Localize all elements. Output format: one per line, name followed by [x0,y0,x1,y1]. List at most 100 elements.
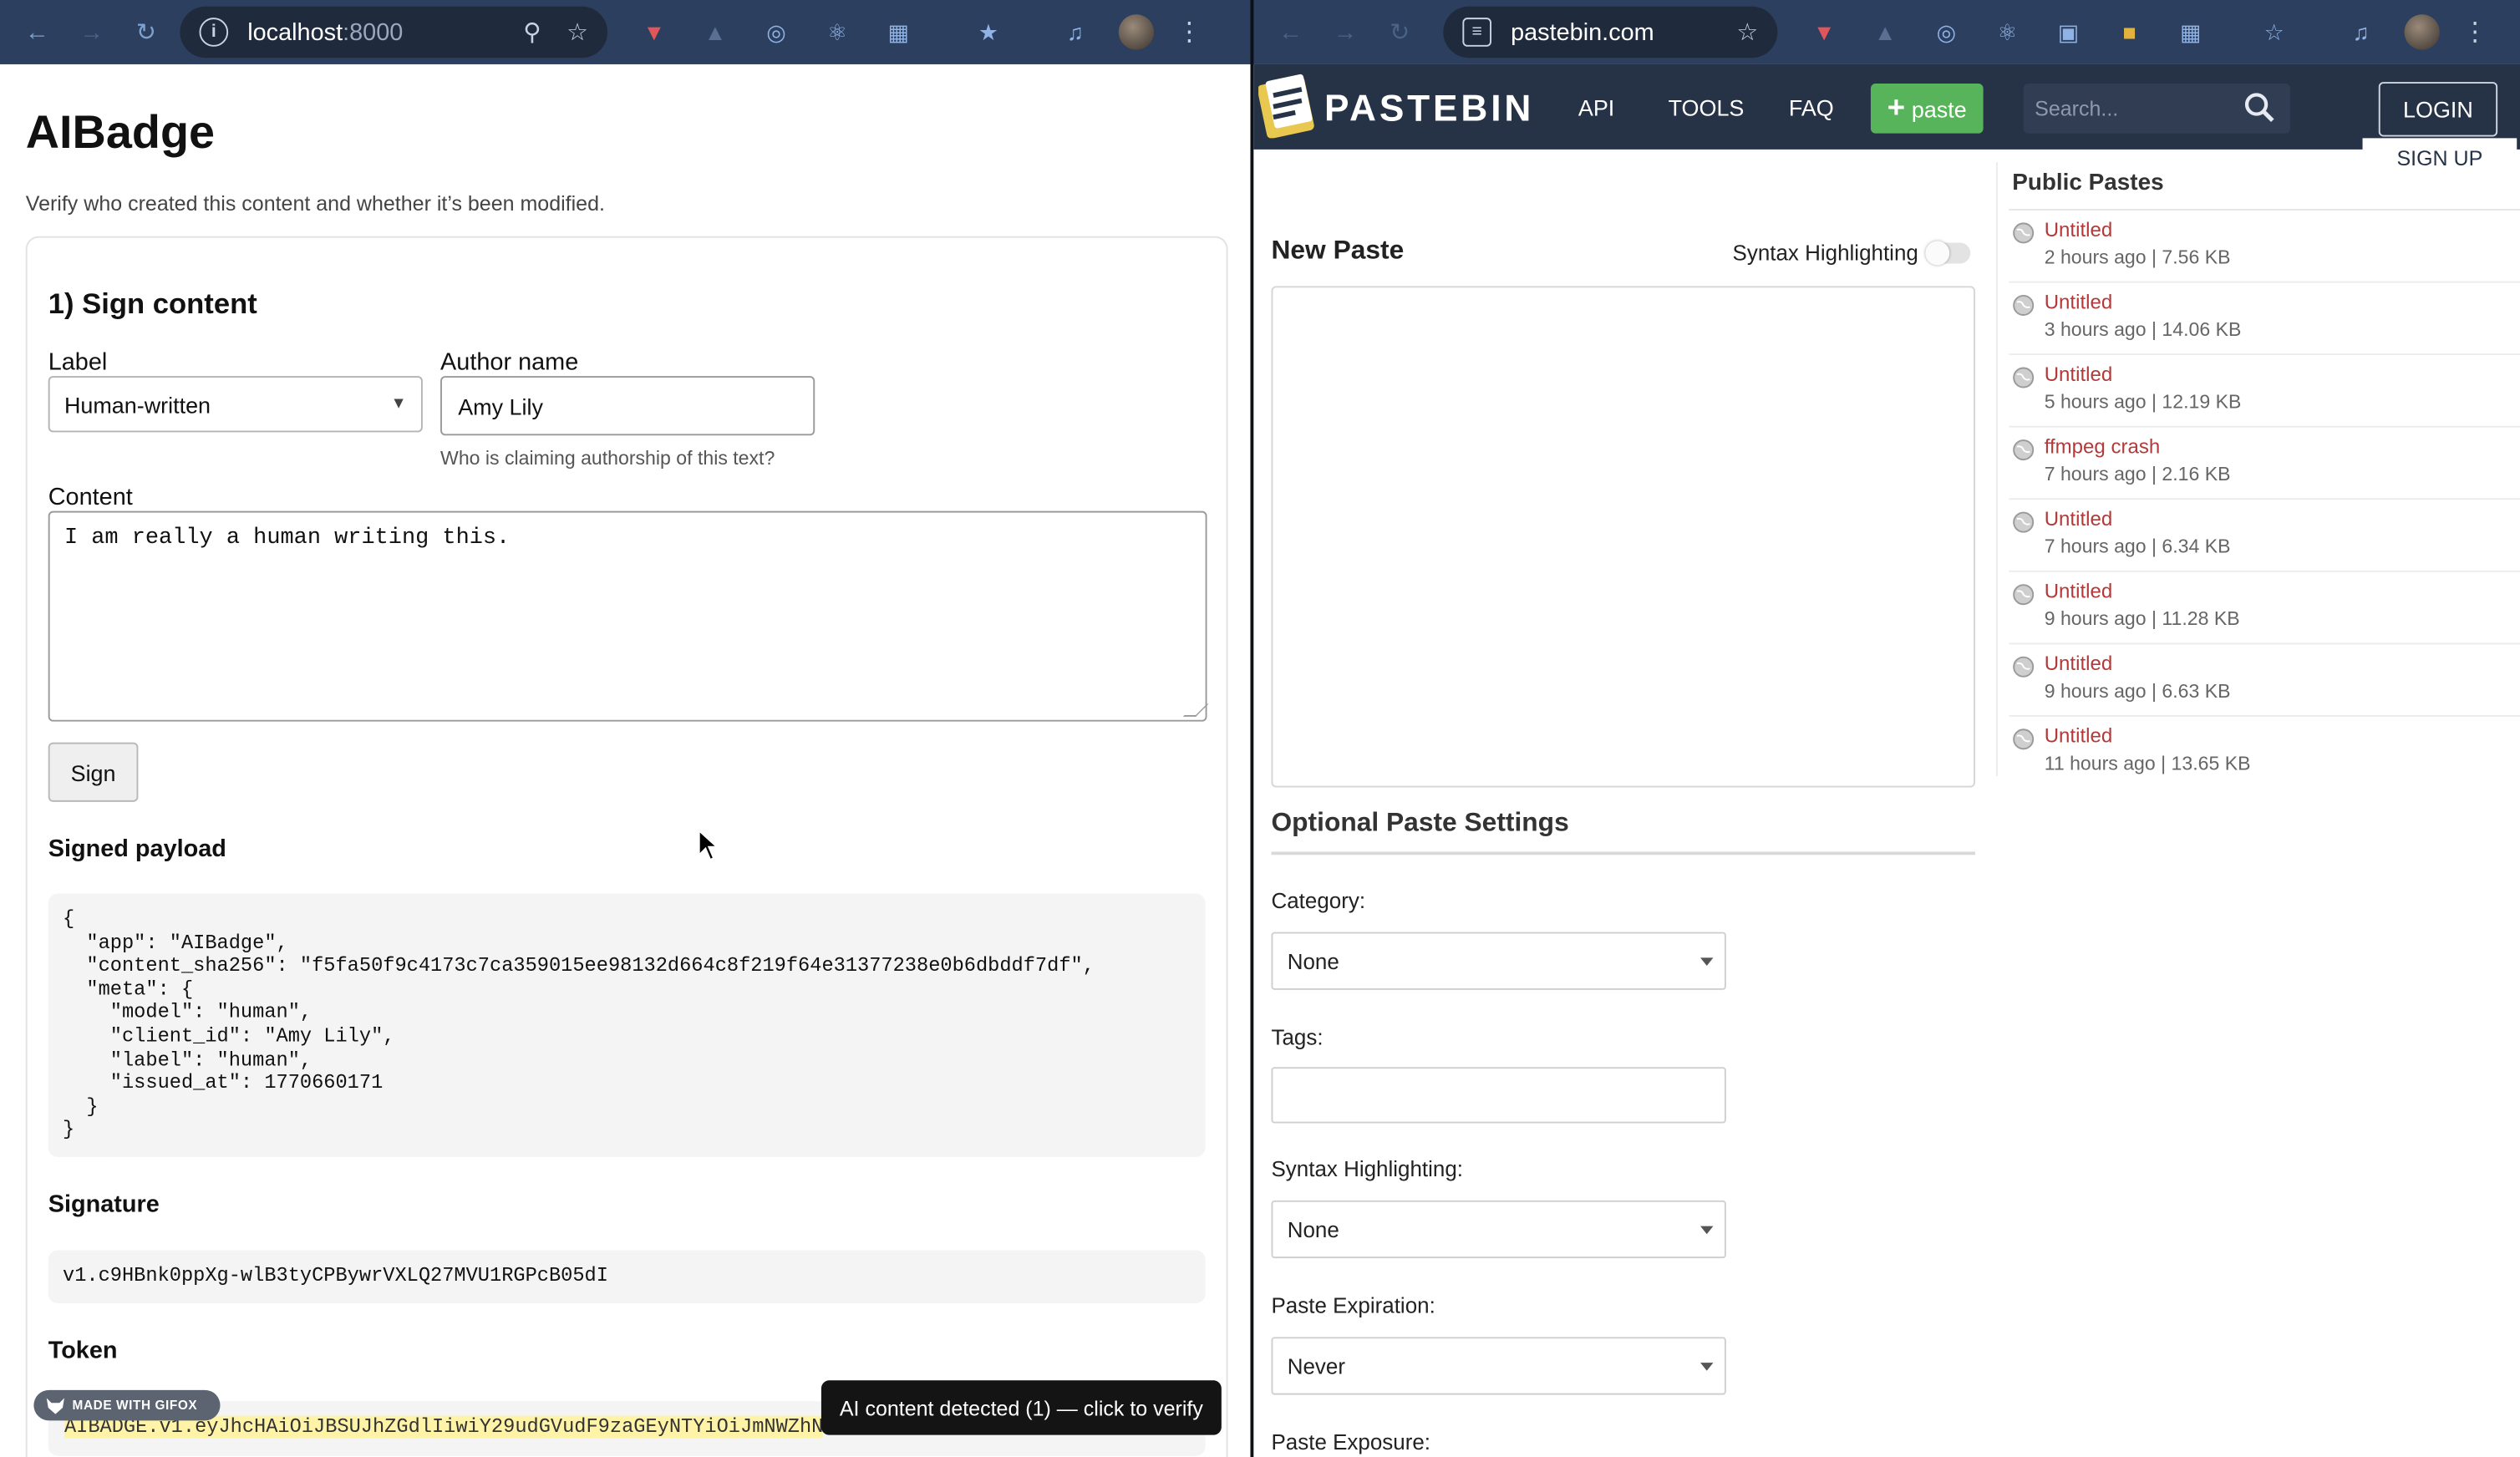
nav-api[interactable]: API [1578,94,1614,120]
page-title: AIBadge [25,107,216,160]
signup-link[interactable]: SIGN UP [2362,138,2517,179]
pocket-icon[interactable]: ▼ [1810,18,1839,47]
sign-button[interactable]: Sign [48,742,139,802]
left-browser-toolbar: ← → ↻ i localhost:8000 ⚲ ☆ ▼ ▲ ◎ ⚛ ▦ ★ ♫… [0,0,1251,64]
globe-icon [2013,584,2035,606]
paste-title-link[interactable]: Untitled [2045,652,2113,675]
syntax-toggle-label: Syntax Highlighting [1732,241,1918,266]
paste-meta: 7 hours ago | 2.16 KB [2044,462,2231,485]
pocket-icon[interactable]: ▼ [640,18,669,47]
public-paste-item[interactable]: Untitled 11 hours ago | 13.65 KB [2009,718,2520,789]
signed-payload-code: { "app": "AIBadge", "content_sha256": "f… [48,893,1206,1157]
public-paste-item[interactable]: Untitled 2 hours ago | 7.56 KB [2009,212,2520,283]
right-url: pastebin.com [1511,18,1654,46]
public-paste-item[interactable]: Untitled 5 hours ago | 12.19 KB [2009,357,2520,428]
public-pastes-title: Public Pastes [2012,170,2164,196]
paste-title-link[interactable]: Untitled [2045,580,2113,602]
profile-avatar[interactable] [1118,14,1155,50]
profile-avatar[interactable] [2404,14,2440,50]
favorites-icon[interactable]: ☆ [2259,18,2289,47]
info-icon[interactable]: i [199,18,229,47]
reload-icon[interactable]: ↻ [1382,14,1417,49]
gifox-badge: MADE WITH GIFOX [33,1389,221,1421]
search-icon[interactable] [2243,92,2275,124]
paste-title-link[interactable]: Untitled [2045,724,2113,747]
react-icon[interactable]: ⚛ [823,18,852,47]
paste-meta: 2 hours ago | 7.56 KB [2044,246,2231,269]
category-value: None [1287,948,1339,973]
left-url-host: localhost [247,18,343,46]
ai-detected-toast[interactable]: AI content detected (1) — click to verif… [821,1380,1222,1435]
settings-divider [1271,851,1975,855]
paste-title-link[interactable]: Untitled [2045,508,2113,531]
new-paste-label: paste [1911,95,1967,122]
pastebin-logo-icon[interactable] [1258,74,1316,139]
favorites-icon[interactable]: ★ [974,18,1003,47]
reload-icon[interactable]: ↻ [129,14,164,49]
site-settings-icon[interactable]: ≡ [1462,18,1492,47]
paste-meta: 9 hours ago | 11.28 KB [2044,607,2240,631]
puzzle-icon[interactable]: ▦ [2176,18,2205,47]
globe-icon [2013,367,2035,388]
pastebin-brand[interactable]: PASTEBIN [1324,87,1534,130]
public-paste-item[interactable]: Untitled 3 hours ago | 14.06 KB [2009,284,2520,356]
forward-icon[interactable]: → [1328,14,1363,49]
author-name-input[interactable]: Amy Lily [440,376,815,436]
paste-title-link[interactable]: ffmpeg crash [2045,435,2161,458]
content-textarea[interactable]: I am really a human writing this. [48,510,1209,722]
category-select[interactable]: None [1271,932,1726,990]
public-paste-item[interactable]: Untitled 9 hours ago | 6.63 KB [2009,646,2520,717]
resize-handle-icon[interactable] [1182,703,1209,717]
target-icon[interactable]: ◎ [1932,18,1961,47]
tags-input[interactable] [1271,1067,1726,1124]
public-paste-item[interactable]: Untitled 7 hours ago | 6.34 KB [2009,501,2520,572]
label-select[interactable]: Human-written ▼ [48,376,423,433]
expiration-label: Paste Expiration: [1271,1293,1435,1318]
target-icon[interactable]: ◎ [762,18,791,47]
label-field-label: Label [48,348,108,377]
paste-title-link[interactable]: Untitled [2045,291,2113,313]
nav-faq[interactable]: FAQ [1789,94,1834,120]
back-icon[interactable]: ← [1273,14,1308,49]
back-icon[interactable]: ← [19,14,54,49]
expiration-select[interactable]: Never [1271,1337,1726,1395]
media-icon[interactable]: ♫ [2346,18,2375,47]
shortcut-icon[interactable]: ▣ [2054,18,2083,47]
extension-icon[interactable]: ▲ [701,18,730,47]
login-button[interactable]: LOGIN [2378,82,2498,137]
nav-tools[interactable]: TOOLS [1669,94,1745,120]
box-icon[interactable]: ■ [2115,18,2144,47]
chevron-down-icon [1700,957,1714,967]
paste-meta: 9 hours ago | 6.63 KB [2044,679,2231,703]
paste-meta: 3 hours ago | 14.06 KB [2044,317,2242,341]
search-input[interactable]: Search... [2023,84,2290,134]
sign-card: 1) Sign content Label Human-written ▼ Au… [25,236,1228,1457]
new-paste-button[interactable]: + paste [1870,84,1984,134]
menu-icon[interactable]: ⋮ [2462,16,2488,48]
chevron-down-icon: ▼ [390,395,407,414]
paste-content-textarea[interactable] [1271,286,1975,788]
zoom-icon[interactable]: ⚲ [523,18,541,47]
menu-icon[interactable]: ⋮ [1176,16,1202,48]
gifox-label: MADE WITH GIFOX [72,1398,198,1413]
toggle-knob [1925,241,1950,266]
search-placeholder: Search... [2035,96,2119,121]
public-paste-item[interactable]: ffmpeg crash 7 hours ago | 2.16 KB [2009,429,2520,500]
exposure-label: Paste Exposure: [1271,1429,1431,1454]
public-paste-item[interactable]: Untitled 9 hours ago | 11.28 KB [2009,574,2520,645]
left-address-bar[interactable]: i localhost:8000 ⚲ ☆ [180,6,608,58]
react-icon[interactable]: ⚛ [1993,18,2022,47]
puzzle-icon[interactable]: ▦ [884,18,913,47]
right-address-bar[interactable]: ≡ pastebin.com ☆ [1443,6,1778,58]
media-icon[interactable]: ♫ [1061,18,1090,47]
bookmark-star-icon[interactable]: ☆ [1736,18,1758,47]
syntax-highlighting-toggle[interactable] [1925,241,1971,266]
syntax-select[interactable]: None [1271,1200,1726,1259]
extension-icon[interactable]: ▲ [1871,18,1900,47]
bookmark-star-icon[interactable]: ☆ [566,18,588,47]
category-label: Category: [1271,888,1366,913]
paste-title-link[interactable]: Untitled [2045,219,2113,241]
paste-title-link[interactable]: Untitled [2045,363,2113,386]
forward-icon[interactable]: → [74,14,109,49]
globe-icon [2013,511,2035,533]
